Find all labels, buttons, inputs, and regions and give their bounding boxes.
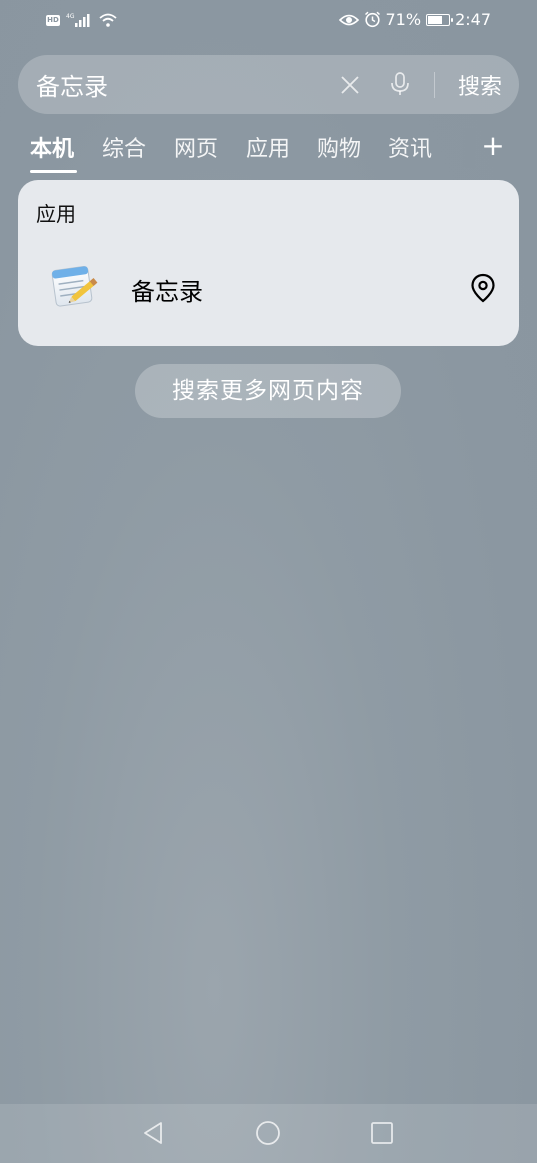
app-results-card: 应用 备忘录 [18, 180, 519, 346]
location-pin-icon[interactable] [468, 272, 498, 304]
tab-local[interactable]: 本机 [30, 131, 74, 163]
battery-icon [426, 13, 454, 26]
hd-badge: HD [46, 14, 60, 26]
section-title: 应用 [36, 202, 76, 226]
tab-overflow-fade [455, 128, 475, 168]
battery-percent: 71% [385, 10, 422, 29]
search-bar: 搜索 [18, 55, 519, 114]
close-icon[interactable] [336, 71, 364, 99]
tab-general[interactable]: 综合 [102, 131, 146, 163]
tab-shopping[interactable]: 购物 [317, 131, 361, 163]
category-tabs: 本机 综合 网页 应用 购物 资讯 + [0, 128, 537, 174]
active-tab-indicator [30, 170, 77, 173]
battery-fill [428, 15, 442, 24]
recents-square-icon[interactable] [370, 1121, 394, 1145]
notepad-icon [51, 265, 98, 307]
tab-news[interactable]: 资讯 [388, 131, 432, 163]
alarm-icon [364, 11, 380, 28]
app-name: 备忘录 [131, 278, 203, 306]
status-left: HD 4G [46, 12, 118, 28]
search-button[interactable]: 搜索 [448, 69, 512, 100]
home-circle-icon[interactable] [255, 1120, 281, 1146]
status-bar: HD 4G 71% 2:47 [0, 0, 537, 42]
search-divider [434, 72, 435, 98]
add-tab-button[interactable]: + [476, 130, 510, 164]
search-more-web-button[interactable]: 搜索更多网页内容 [135, 364, 401, 418]
status-time: 2:47 [455, 10, 491, 29]
status-right: 71% 2:47 [338, 10, 491, 29]
navigation-bar [0, 1104, 537, 1163]
search-input[interactable] [36, 67, 316, 102]
microphone-icon[interactable] [386, 70, 414, 98]
eye-comfort-icon [338, 14, 359, 25]
app-result-item[interactable]: 备忘录 [18, 248, 519, 328]
tab-web[interactable]: 网页 [174, 131, 218, 163]
signal-icon: 4G [66, 13, 90, 27]
network-type: 4G [66, 13, 75, 20]
tab-apps[interactable]: 应用 [246, 131, 290, 163]
back-triangle-icon[interactable] [141, 1120, 167, 1146]
wifi-icon [99, 13, 117, 27]
